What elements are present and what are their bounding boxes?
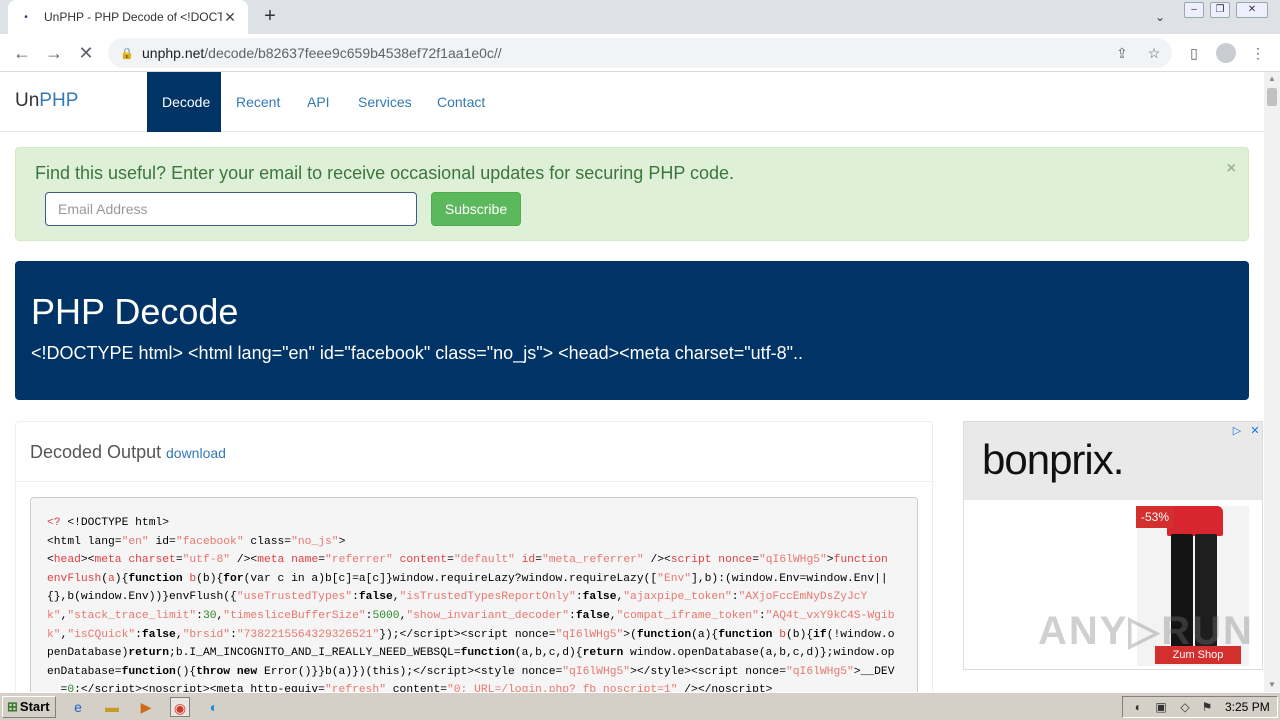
- lock-icon: 🔒: [120, 47, 134, 60]
- minimize-window-button[interactable]: –: [1184, 2, 1204, 18]
- windows-flag-icon: ⊞: [7, 699, 18, 714]
- url-text: unphp.net/decode/b82637feee9c659b4538ef7…: [142, 45, 502, 61]
- new-tab-button[interactable]: +: [258, 5, 282, 29]
- chrome-icon[interactable]: ◉: [170, 697, 190, 717]
- nav-recent[interactable]: Recent: [221, 72, 295, 132]
- os-taskbar: ⊞ Start e ▬ ▶ ◉ ◐ ◖ ▣ ◇ ⚑ 3:25 PM: [0, 692, 1280, 720]
- nav-contact[interactable]: Contact: [422, 72, 500, 132]
- browser-tabstrip: • UnPHP - PHP Decode of <!DOCTYPE ✕ + ⌄ …: [0, 0, 1280, 34]
- subscribe-alert: Find this useful? Enter your email to re…: [15, 147, 1249, 241]
- tab-close-icon[interactable]: ✕: [222, 9, 238, 26]
- address-bar[interactable]: 🔒 unphp.net/decode/b82637feee9c659b4538e…: [108, 38, 1172, 68]
- site-brand[interactable]: UnPHP: [15, 90, 78, 112]
- panel-heading: Decoded Output download: [16, 422, 932, 482]
- internet-explorer-icon[interactable]: e: [68, 697, 88, 717]
- browser-tab[interactable]: • UnPHP - PHP Decode of <!DOCTYPE ✕: [8, 0, 248, 34]
- scroll-up-icon[interactable]: ▲: [1264, 72, 1280, 86]
- profile-avatar-icon[interactable]: [1216, 43, 1236, 63]
- alert-message: Find this useful? Enter your email to re…: [35, 163, 735, 183]
- page-viewport: UnPHP Decode Recent API Services Contact…: [0, 72, 1264, 692]
- page-subtitle: <!DOCTYPE html> <html lang="en" id="face…: [31, 343, 804, 363]
- site-favicon-icon: •: [24, 11, 28, 23]
- forward-arrow-icon[interactable]: →: [42, 41, 66, 65]
- product-shirt-shape: [1167, 506, 1223, 536]
- decoded-output-panel: Decoded Output download <? <!DOCTYPE htm…: [15, 421, 933, 692]
- scroll-down-icon[interactable]: ▼: [1264, 678, 1280, 692]
- scrollbar-thumb[interactable]: [1267, 88, 1277, 106]
- taskbar-clock: 3:25 PM: [1225, 700, 1270, 714]
- stop-loading-icon[interactable]: ✕: [74, 41, 98, 65]
- decode-jumbotron: PHP Decode <!DOCTYPE html> <html lang="e…: [15, 261, 1249, 400]
- edge-icon[interactable]: ◐: [204, 697, 224, 717]
- decoded-code-block[interactable]: <? <!DOCTYPE html> <html lang="en" id="fa…: [30, 497, 918, 692]
- security-icon[interactable]: ◇: [1177, 699, 1193, 715]
- back-arrow-icon[interactable]: ←: [10, 41, 34, 65]
- ad-close-icon[interactable]: ✕: [1248, 424, 1262, 438]
- page-scrollbar[interactable]: ▲ ▼: [1264, 72, 1280, 692]
- watermark-logo: ANY▷RUN: [1038, 609, 1254, 653]
- nav-services[interactable]: Services: [343, 72, 427, 132]
- subscribe-button[interactable]: Subscribe: [431, 192, 521, 226]
- menu-kebab-icon[interactable]: ⋮: [1248, 43, 1268, 63]
- tab-title: UnPHP - PHP Decode of <!DOCTYPE: [44, 10, 222, 24]
- side-panel-icon[interactable]: ▯: [1184, 43, 1204, 63]
- restore-window-button[interactable]: ❐: [1210, 2, 1230, 18]
- start-button[interactable]: ⊞ Start: [2, 696, 56, 718]
- nav-api[interactable]: API: [292, 72, 345, 132]
- tab-search-chevron-icon[interactable]: ⌄: [1150, 7, 1170, 27]
- volume-icon[interactable]: ◖: [1129, 699, 1145, 715]
- network-icon[interactable]: ▣: [1153, 699, 1169, 715]
- system-tray: ◖ ▣ ◇ ⚑ 3:25 PM: [1122, 696, 1278, 718]
- browser-toolbar: ← → ✕ 🔒 unphp.net/decode/b82637feee9c659…: [0, 34, 1280, 72]
- alert-close-icon[interactable]: ×: [1227, 160, 1236, 178]
- bookmark-star-icon[interactable]: ☆: [1144, 43, 1164, 63]
- close-window-button[interactable]: ✕: [1236, 2, 1268, 18]
- discount-badge: -53%: [1136, 506, 1174, 528]
- download-link[interactable]: download: [166, 445, 226, 461]
- page-title: PHP Decode: [31, 291, 239, 332]
- panel-title: Decoded Output: [30, 442, 162, 462]
- ad-brand-logo: bonprix.: [982, 436, 1124, 483]
- action-center-icon[interactable]: ⚑: [1199, 699, 1215, 715]
- file-explorer-icon[interactable]: ▬: [102, 697, 122, 717]
- site-navbar: UnPHP Decode Recent API Services Contact: [0, 72, 1264, 132]
- email-field[interactable]: [45, 192, 417, 226]
- adchoices-icon[interactable]: ▷: [1230, 424, 1244, 438]
- nav-decode[interactable]: Decode: [147, 72, 221, 132]
- ad-header: bonprix.: [964, 422, 1262, 500]
- share-icon[interactable]: ⇪: [1112, 43, 1132, 63]
- media-player-icon[interactable]: ▶: [136, 697, 156, 717]
